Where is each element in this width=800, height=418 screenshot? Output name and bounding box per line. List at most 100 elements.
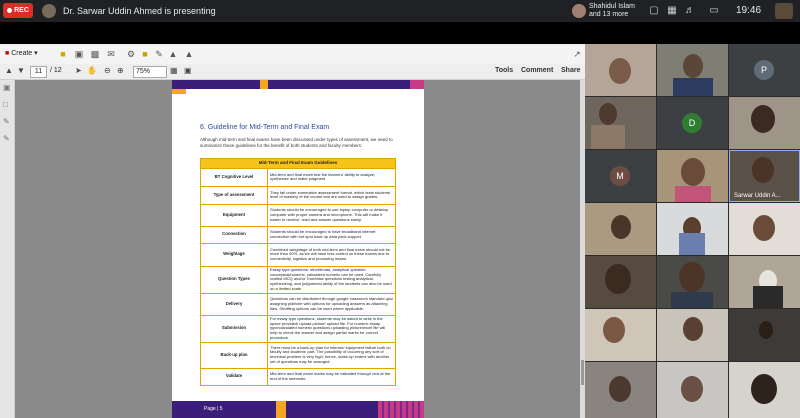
participant-tile[interactable]	[585, 256, 656, 308]
participant-video	[751, 105, 775, 133]
bookmarks-icon[interactable]: □	[3, 101, 11, 109]
row-key: Type of assessment	[200, 185, 268, 205]
page-footer-pattern	[378, 401, 424, 418]
participant-tile[interactable]	[729, 203, 800, 255]
row-key: Back-up plan	[200, 341, 268, 369]
participant-tile[interactable]	[585, 309, 656, 361]
stamp-icon[interactable]: ▲	[168, 49, 178, 59]
participant-video	[679, 262, 705, 292]
participant-shirt	[591, 125, 625, 149]
row-value: Students should be encouraged to use lap…	[267, 203, 396, 227]
row-value: There must be a back-up plan for interne…	[267, 341, 396, 369]
participant-grid: P D M Sarwar Uddin A...	[585, 44, 800, 418]
participant-avatar[interactable]	[572, 4, 586, 18]
share-file-icon[interactable]: ▲	[184, 49, 194, 59]
table-row: Validate Mid-term and final exam marks ma…	[200, 367, 396, 386]
participant-tile[interactable]: D	[657, 97, 728, 149]
participant-initial-avatar: P	[754, 60, 774, 80]
zoom-out-icon[interactable]: ⊖	[104, 66, 111, 76]
presenter-avatar	[42, 4, 56, 18]
participant-video	[599, 103, 617, 125]
section-intro: Although mid-term and final exams have b…	[200, 137, 393, 148]
email-icon[interactable]: ✉	[106, 49, 116, 59]
participant-tile[interactable]	[729, 97, 800, 149]
read-mode-icon[interactable]: ▣	[184, 66, 192, 76]
attachments-icon[interactable]: ✎	[3, 118, 11, 126]
expand-icon[interactable]: ↗	[572, 49, 582, 59]
participant-tile[interactable]	[729, 362, 800, 418]
previous-page-icon[interactable]: ▲	[5, 66, 13, 76]
participant-video	[609, 376, 631, 402]
fit-page-icon[interactable]: ▦	[170, 66, 178, 76]
row-key: Submission	[200, 314, 268, 343]
settings-icon[interactable]: ⚙	[126, 49, 136, 59]
screen-share-icon[interactable]: ▭	[708, 5, 720, 16]
participant-tile[interactable]: M	[585, 150, 656, 202]
comment-link[interactable]: Comment	[521, 67, 553, 74]
table-row: Type of assessment They fall under summat…	[200, 185, 396, 205]
navigation-pane	[0, 80, 15, 418]
table-row: Weightage Combined weightage of both mid-…	[200, 242, 396, 267]
create-button[interactable]: ■ Create ▾	[5, 49, 38, 57]
tools-link[interactable]: Tools	[495, 67, 513, 74]
hand-tool-icon[interactable]: ✋	[87, 66, 97, 76]
save-icon[interactable]: ▣	[74, 49, 84, 59]
page-number-input[interactable]: 11	[30, 66, 47, 78]
page-total: / 12	[50, 67, 62, 74]
presenter-tile[interactable]: Sarwar Uddin A...	[729, 150, 800, 202]
zoom-select[interactable]: 75%	[133, 66, 167, 78]
table-row: Equipment Students should be encouraged t…	[200, 203, 396, 227]
row-value: Mid-term and final exam marks may be val…	[267, 367, 396, 386]
participant-shirt	[675, 186, 711, 202]
screen-top-margin	[0, 22, 800, 44]
participant-tile[interactable]	[585, 203, 656, 255]
page-footer-number: Page | 5	[204, 406, 223, 412]
participant-video	[759, 321, 773, 339]
recording-label: REC	[14, 7, 29, 14]
participant-video	[605, 264, 631, 294]
table-row: Connection Students should be encouraged …	[200, 225, 396, 244]
captions-off-icon[interactable]: ▢	[648, 5, 660, 16]
participant-tile[interactable]	[585, 44, 656, 96]
print-icon[interactable]: ▩	[90, 49, 100, 59]
select-tool-icon[interactable]: ➤	[75, 66, 82, 76]
participant-tile[interactable]	[729, 309, 800, 361]
record-dot-icon	[7, 8, 13, 13]
row-value: Students should be encouraged to have br…	[267, 225, 396, 244]
participant-tile[interactable]: P	[729, 44, 800, 96]
participant-tile[interactable]	[657, 256, 728, 308]
participant-tile[interactable]	[657, 309, 728, 361]
participant-tile[interactable]	[585, 97, 656, 149]
participant-tile[interactable]	[657, 150, 728, 202]
scrollbar-thumb[interactable]	[581, 360, 584, 385]
participant-tile[interactable]	[657, 362, 728, 418]
participant-name: Shahidul Islam	[589, 3, 635, 10]
next-page-icon[interactable]: ▼	[17, 66, 25, 76]
participants-summary[interactable]: Shahidul Islam and 13 more	[589, 3, 635, 19]
open-folder-icon[interactable]: ■	[58, 49, 68, 59]
participant-tile[interactable]	[657, 203, 728, 255]
section-title: 6. Guideline for Mid-Term and Final Exam	[200, 124, 330, 131]
zoom-in-icon[interactable]: ⊕	[117, 66, 124, 76]
row-value: They fall under summative assessment for…	[267, 185, 396, 205]
row-value: Mid-term and final exam test the learner…	[267, 167, 396, 187]
self-view-thumbnail[interactable]	[775, 3, 793, 19]
row-key: Equipment	[200, 203, 268, 227]
participant-video	[683, 317, 703, 341]
comment-icon[interactable]: ■	[140, 49, 150, 59]
participant-tile[interactable]	[585, 362, 656, 418]
row-key: BT Cognitive Level	[200, 167, 268, 187]
page-thumbnails-icon[interactable]: ▣	[3, 84, 11, 92]
participant-tile[interactable]	[657, 44, 728, 96]
layout-icon[interactable]: ▦	[666, 5, 678, 16]
participant-video	[609, 58, 631, 84]
signatures-icon[interactable]: ✎	[3, 135, 11, 143]
participant-tile[interactable]	[729, 256, 800, 308]
row-value: Combined weightage of both mid-term and …	[267, 242, 396, 267]
sign-icon[interactable]: ✎	[154, 49, 164, 59]
volume-icon[interactable]: ♬	[684, 5, 696, 16]
participant-shirt	[753, 286, 783, 308]
participant-shirt	[671, 292, 713, 308]
page-header-accent	[260, 80, 268, 89]
share-link[interactable]: Share	[561, 67, 580, 74]
